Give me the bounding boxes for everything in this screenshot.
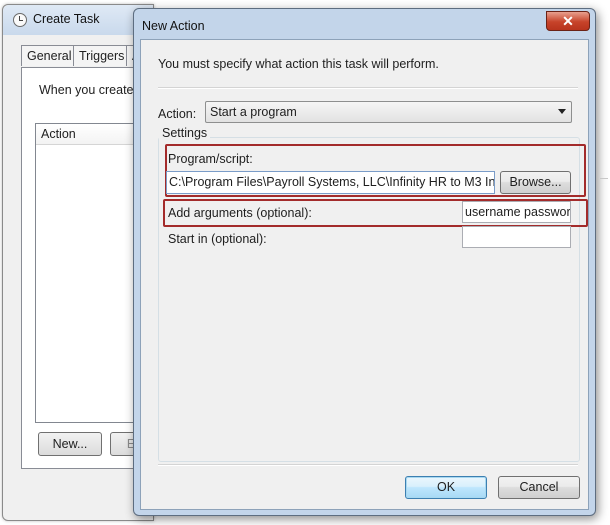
start-in-label: Start in (optional): [168,232,267,246]
action-label: Action: [158,107,197,121]
browse-button[interactable]: Browse... [500,171,571,194]
new-action-title: New Action [142,19,205,33]
bottom-divider [158,464,578,466]
clock-icon [13,13,27,27]
new-button[interactable]: New... [38,432,102,456]
program-script-input[interactable]: C:\Program Files\Payroll Systems, LLC\In… [166,171,495,194]
action-dropdown-value: Start a program [210,105,297,119]
action-list-header[interactable]: Action [36,124,148,145]
program-script-value: C:\Program Files\Payroll Systems, LLC\In… [169,175,495,189]
action-list[interactable]: Action [35,123,148,423]
action-dropdown[interactable]: Start a program [205,101,572,123]
divider [158,87,578,89]
create-task-window: Create Task General Triggers A When you … [2,4,154,521]
program-script-label: Program/script: [168,152,253,166]
new-action-dialog: New Action ✕ You must specify what actio… [133,8,596,516]
arguments-value: username password [465,205,571,219]
close-icon: ✕ [562,13,574,29]
tab-triggers[interactable]: Triggers [73,45,131,66]
create-task-panel: When you create a Action New... E [21,67,152,469]
arguments-label: Add arguments (optional): [168,206,312,220]
create-task-title: Create Task [33,12,100,26]
cancel-button[interactable]: Cancel [498,476,580,499]
start-in-input[interactable] [462,226,571,248]
settings-label: Settings [159,126,211,140]
close-button[interactable]: ✕ [546,11,590,31]
instruction-text: You must specify what action this task w… [158,57,439,71]
arguments-input[interactable]: username password [462,201,571,223]
new-action-body: You must specify what action this task w… [140,39,589,510]
background-edge [600,178,608,185]
tab-general[interactable]: General [21,45,78,66]
create-task-titlebar: Create Task [3,5,153,35]
chevron-down-icon [558,109,566,114]
create-task-description: When you create a [39,83,144,97]
ok-button[interactable]: OK [405,476,487,499]
